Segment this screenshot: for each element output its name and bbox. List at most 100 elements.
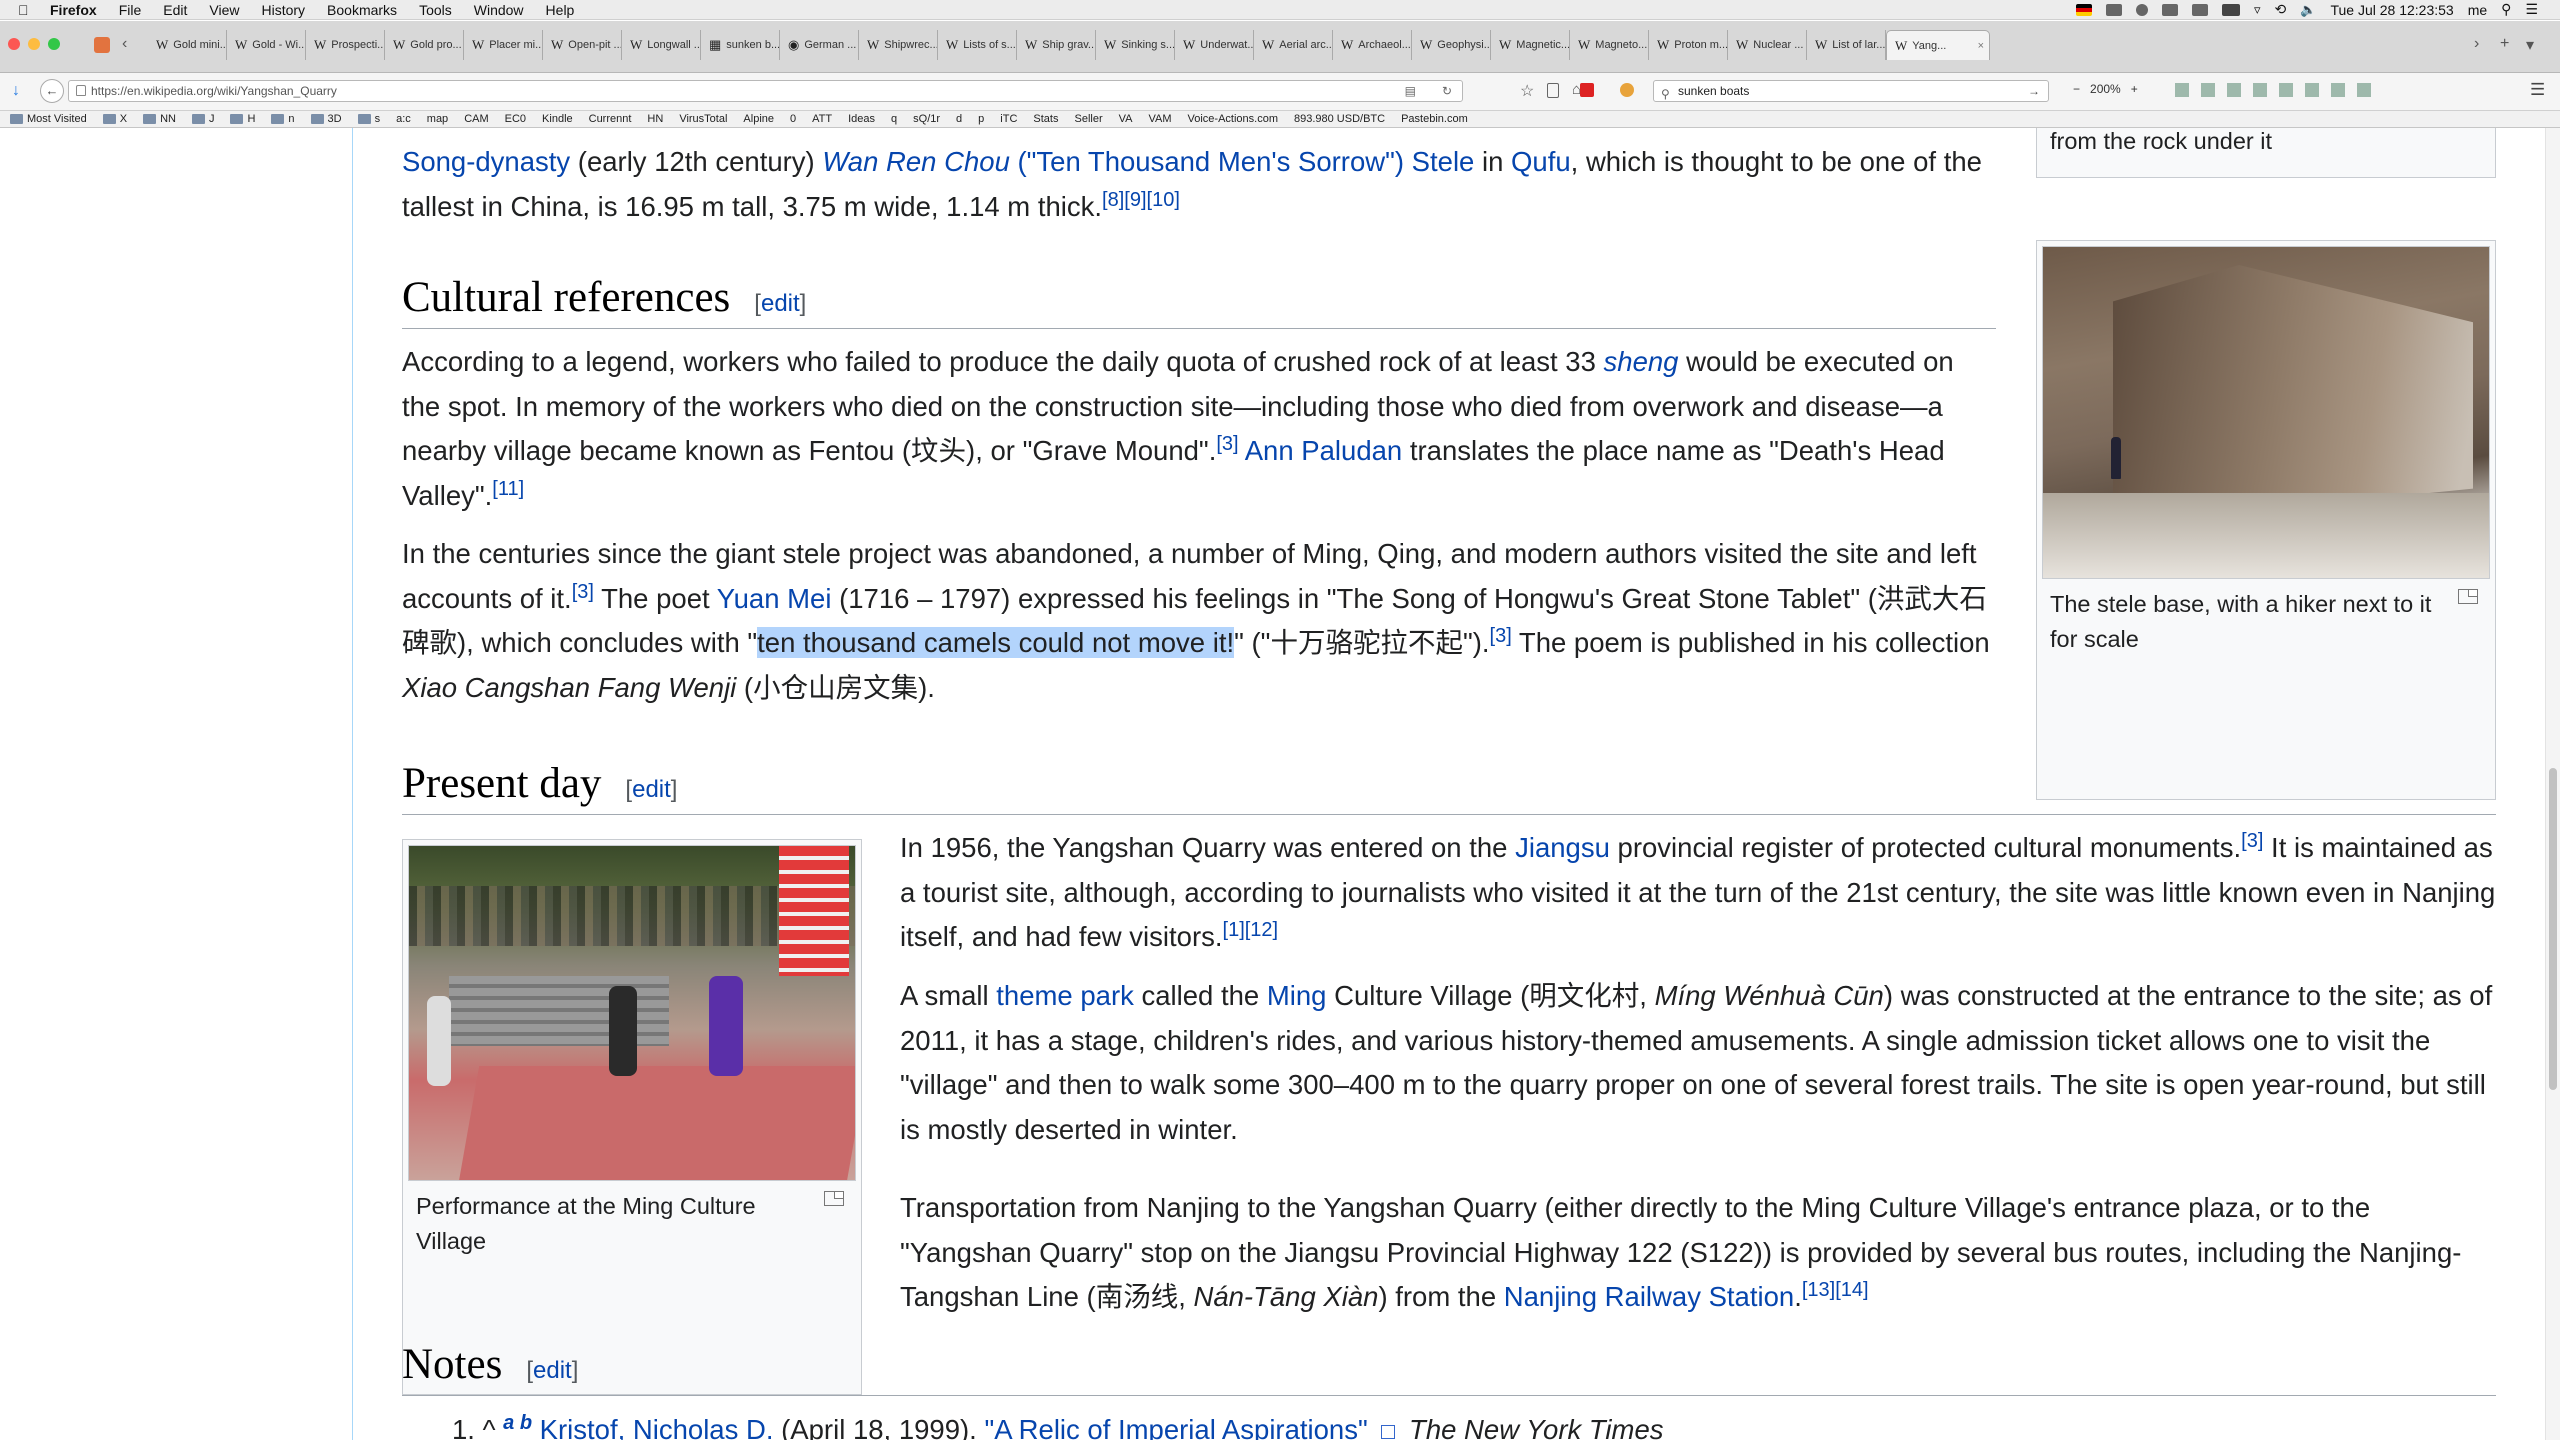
tab[interactable]: ▦ sunken b... <box>701 30 780 60</box>
menu-bookmarks[interactable]: Bookmarks <box>327 2 397 18</box>
tab[interactable]: W Magnetic... <box>1491 30 1570 60</box>
reload-icon[interactable]: ↻ <box>1442 81 1452 101</box>
reference-link[interactable]: [8][9][10] <box>1102 188 1180 210</box>
selected-text[interactable]: ten thousand camels could not move it! <box>757 627 1235 658</box>
tab-scroll-right-icon[interactable]: › <box>2474 35 2479 53</box>
dropbox-icon[interactable] <box>2192 3 2209 16</box>
spotlight-icon[interactable]: ⚲ <box>2501 1 2511 18</box>
link-ming[interactable]: Ming <box>1267 980 1327 1011</box>
bookmark-item[interactable]: VA <box>1119 113 1133 125</box>
tab[interactable]: W Gold mini... <box>148 30 227 60</box>
vertical-scrollbar[interactable] <box>2545 128 2560 1440</box>
zoom-level[interactable]: 200% <box>2090 82 2121 96</box>
stele-base-photo[interactable] <box>2042 246 2490 579</box>
bookmark-item[interactable]: Alpine <box>743 113 774 125</box>
bookmark-item[interactable]: ATT <box>812 113 832 125</box>
bookmark-item[interactable]: CAM <box>464 113 488 125</box>
menu-clock[interactable]: Tue Jul 28 12:23:53 <box>2330 2 2453 18</box>
bookmark-item[interactable]: NN <box>143 113 176 125</box>
bookmark-item[interactable]: Ideas <box>848 113 875 125</box>
volume-icon[interactable]: 🔈 <box>2300 2 2316 18</box>
reference-link[interactable]: [3] <box>572 580 594 602</box>
backlink-a[interactable]: a <box>503 1412 514 1434</box>
menu-hamburger-icon[interactable]: ☰ <box>2530 80 2545 100</box>
bookmark-item[interactable]: EC0 <box>505 113 526 125</box>
link-kristof[interactable]: Kristof, Nicholas D. <box>540 1414 774 1440</box>
menu-history[interactable]: History <box>261 2 305 18</box>
bookmark-item[interactable]: Stats <box>1033 113 1058 125</box>
bookmark-item[interactable]: Seller <box>1074 113 1102 125</box>
menu-window[interactable]: Window <box>474 2 524 18</box>
bookmark-item[interactable]: 893.980 USD/BTC <box>1294 113 1385 125</box>
menu-user[interactable]: me <box>2468 2 2487 18</box>
back-button[interactable]: ← <box>40 79 64 103</box>
link-yuan-mei[interactable]: Yuan Mei <box>717 583 832 614</box>
tab[interactable]: W Ship grav... <box>1017 30 1096 60</box>
tab[interactable]: W Prospecti... <box>306 30 385 60</box>
reference-link[interactable]: [3] <box>2241 830 2263 852</box>
tab[interactable]: W Open-pit ... <box>543 30 622 60</box>
reference-link[interactable]: [3] <box>1490 625 1512 647</box>
minimize-window-button[interactable] <box>28 38 40 50</box>
tab[interactable]: W Proton m... <box>1649 30 1728 60</box>
bookmark-item[interactable]: Currennt <box>589 113 632 125</box>
tab[interactable]: W Nuclear ... <box>1728 30 1807 60</box>
menu-view[interactable]: View <box>209 2 239 18</box>
close-tab-icon[interactable]: × <box>1978 40 1984 52</box>
link-jiangsu[interactable]: Jiangsu <box>1515 832 1610 863</box>
link-theme-park[interactable]: theme park <box>996 980 1134 1011</box>
bookmark-item[interactable]: HN <box>647 113 663 125</box>
reference-link[interactable]: [3] <box>1216 433 1238 455</box>
tab[interactable]: W Gold pro... <box>385 30 464 60</box>
menu-file[interactable]: File <box>119 2 142 18</box>
status-icon[interactable] <box>2136 3 2149 16</box>
bookmark-item[interactable]: q <box>891 113 897 125</box>
tab-list-dropdown-icon[interactable]: ▾ <box>2526 35 2534 55</box>
time-machine-icon[interactable]: ⟲ <box>2275 1 2287 18</box>
url-bar[interactable]: https://en.wikipedia.org/wiki/Yangshan_Q… <box>68 80 1463 102</box>
menu-help[interactable]: Help <box>546 2 575 18</box>
link-ann-paludan[interactable]: Ann Paludan <box>1239 435 1403 466</box>
reference-link[interactable]: [1][12] <box>1223 919 1279 941</box>
flag-icon[interactable] <box>2076 3 2093 16</box>
bookmark-item[interactable]: p <box>978 113 984 125</box>
tab[interactable]: W List of lar... <box>1807 30 1886 60</box>
bookmark-item[interactable]: iTC <box>1000 113 1017 125</box>
status-icon[interactable] <box>2162 3 2179 16</box>
pinned-tab-icon[interactable] <box>94 37 110 53</box>
search-input[interactable]: sunken boats <box>1678 84 1749 98</box>
menu-firefox[interactable]: Firefox <box>50 2 97 18</box>
link-sheng[interactable]: sheng <box>1604 346 1679 377</box>
menu-tools[interactable]: Tools <box>419 2 452 18</box>
backlink-b[interactable]: b <box>520 1412 532 1434</box>
zoom-in-button[interactable]: + <box>2131 82 2138 96</box>
addon-red-icon[interactable] <box>1580 83 1594 97</box>
tab[interactable]: W Magneto... <box>1570 30 1649 60</box>
bookmark-item[interactable]: VirusTotal <box>679 113 727 125</box>
apple-menu-icon[interactable]:  <box>18 3 36 17</box>
bookmark-item[interactable]: Voice-Actions.com <box>1188 113 1278 125</box>
close-window-button[interactable] <box>8 38 20 50</box>
tab-active[interactable]: W Yang... × <box>1886 30 1990 60</box>
bookmark-item[interactable]: Most Visited <box>10 113 87 125</box>
bookmark-item[interactable]: H <box>230 113 255 125</box>
bookmark-item[interactable]: Pastebin.com <box>1401 113 1468 125</box>
zoom-window-button[interactable] <box>48 38 60 50</box>
link-nanjing-railway-station[interactable]: Nanjing Railway Station <box>1504 1281 1794 1312</box>
tab[interactable]: W Geophysi... <box>1412 30 1491 60</box>
reference-link[interactable]: [11] <box>492 477 524 499</box>
tab[interactable]: W Shipwrec... <box>859 30 938 60</box>
new-tab-icon[interactable]: + <box>2500 35 2509 53</box>
tab-scroll-left-icon[interactable]: ‹ <box>122 35 127 53</box>
search-bar[interactable]: ⚲ sunken boats → <box>1653 80 2049 102</box>
bookmark-star-icon[interactable]: ☆ <box>1520 81 1534 101</box>
clipboard-icon[interactable] <box>1547 83 1559 98</box>
tab[interactable]: W Sinking s... <box>1096 30 1175 60</box>
link-song-dynasty[interactable]: Song-dynasty <box>402 146 570 177</box>
link-wan-ren-chou[interactable]: Wan Ren Chou <box>822 146 1010 177</box>
bookmark-item[interactable]: n <box>271 113 295 125</box>
scrollbar-thumb[interactable] <box>2549 768 2557 1090</box>
zoom-out-button[interactable]: − <box>2073 82 2080 96</box>
link-qufu[interactable]: Qufu <box>1511 146 1571 177</box>
link-relic-article[interactable]: "A Relic of Imperial Aspirations" <box>984 1414 1367 1440</box>
